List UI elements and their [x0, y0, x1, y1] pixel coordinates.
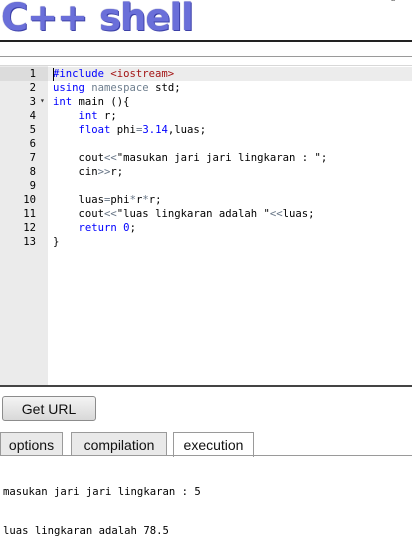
execution-output: masukan jari jari lingkaran : 5 luas lin…: [3, 460, 408, 551]
output-line: luas lingkaran adalah 78.5: [3, 525, 169, 537]
code-text[interactable]: luas=phi*r*r;: [53, 193, 162, 207]
code-line[interactable]: 9: [0, 179, 412, 193]
code-token: phi: [116, 124, 136, 136]
code-token: cout: [53, 152, 105, 164]
tab-compilation[interactable]: compilation: [71, 432, 167, 456]
code-line[interactable]: 1 #include <iostream>: [0, 67, 412, 81]
corner-glyph: ᵇ: [390, 0, 396, 8]
text-cursor: [53, 68, 54, 81]
code-line[interactable]: 12 return 0;: [0, 221, 412, 235]
code-line[interactable]: 13}: [0, 235, 412, 249]
cpp-shell-logo[interactable]: C++ shell: [1, 0, 194, 39]
fold-toggle-icon[interactable]: ▾: [40, 94, 45, 108]
line-number: 2: [29, 82, 36, 94]
code-token: float: [78, 124, 117, 136]
header-bar: C++ shell ᵇ: [0, 0, 412, 42]
code-token: <<: [269, 208, 283, 220]
line-number: 3: [29, 96, 36, 108]
code-line[interactable]: 10 luas=phi*r*r;: [0, 193, 412, 207]
code-token: "masukan jari jari lingkaran : ": [116, 152, 321, 164]
code-token: <<: [104, 208, 117, 220]
line-number: 7: [29, 152, 36, 164]
code-line[interactable]: 6: [0, 137, 412, 151]
tab-execution[interactable]: execution: [173, 432, 254, 457]
code-token: cin: [53, 166, 98, 178]
code-token: >>: [97, 166, 111, 178]
line-number: 8: [29, 166, 36, 178]
code-line[interactable]: 3 ▾ int main (){: [0, 95, 412, 109]
code-text[interactable]: cout<<"luas lingkaran adalah "<<luas;: [53, 207, 315, 221]
code-text[interactable]: return 0;: [53, 221, 136, 235]
code-token: "luas lingkaran adalah ": [116, 208, 270, 220]
tab-options[interactable]: options: [0, 432, 63, 456]
code-token: using: [53, 82, 92, 94]
line-number: 5: [29, 124, 36, 136]
code-line[interactable]: 11 cout<<"luas lingkaran adalah "<<luas;: [0, 207, 412, 221]
editor-top-border: [0, 65, 412, 66]
line-number: 11: [23, 208, 36, 220]
code-token: main (){: [78, 96, 130, 108]
code-token: 3.14: [142, 124, 168, 136]
output-line: masukan jari jari lingkaran : 5: [3, 486, 201, 498]
line-number: 10: [23, 194, 36, 206]
get-url-button[interactable]: Get URL: [2, 396, 96, 421]
code-text[interactable]: #include <iostream>: [53, 67, 174, 81]
code-token: }: [53, 236, 60, 248]
header-band: [0, 42, 412, 56]
code-token: return: [78, 222, 124, 234]
code-token: std;: [155, 82, 181, 94]
code-line[interactable]: 8 cin>>r;: [0, 165, 412, 179]
code-text[interactable]: int main (){: [53, 95, 130, 109]
code-line[interactable]: 7 cout<<"masukan jari jari lingkaran : "…: [0, 151, 412, 165]
code-token: luas: [53, 194, 105, 206]
code-line[interactable]: 5 float phi=3.14,luas;: [0, 123, 412, 137]
code-token: ,luas;: [167, 124, 207, 136]
code-token: ;: [320, 152, 328, 164]
code-token: <<: [104, 152, 117, 164]
line-number: 6: [29, 138, 36, 150]
code-token: r;: [110, 166, 124, 178]
code-text[interactable]: int r;: [53, 109, 117, 123]
code-token: r;: [148, 194, 162, 206]
line-number: 1: [29, 68, 36, 80]
output-tabs: options compilation execution: [0, 432, 412, 457]
code-token: r;: [104, 110, 117, 122]
line-number: 12: [23, 222, 36, 234]
code-token: ;: [129, 222, 136, 234]
code-token: phi: [110, 194, 130, 206]
editor-bottom-border: [0, 385, 412, 387]
code-token: int: [53, 96, 79, 108]
band-rule: [0, 56, 412, 57]
code-line[interactable]: 2 using namespace std;: [0, 81, 412, 95]
code-token: luas;: [282, 208, 315, 220]
code-token: int: [78, 110, 105, 122]
code-line[interactable]: 4 int r;: [0, 109, 412, 123]
code-text[interactable]: }: [53, 235, 59, 249]
code-text[interactable]: cout<<"masukan jari jari lingkaran : ";: [53, 151, 328, 165]
tabs-rule: [0, 455, 412, 456]
code-token: namespace: [91, 82, 156, 94]
code-text[interactable]: cin>>r;: [53, 165, 124, 179]
line-number: 4: [29, 110, 36, 122]
code-text[interactable]: using namespace std;: [53, 81, 181, 95]
line-number: 9: [29, 180, 36, 192]
code-token: #include: [53, 68, 111, 80]
code-token: cout: [53, 208, 105, 220]
code-token: <iostream>: [110, 68, 175, 80]
code-text[interactable]: float phi=3.14,luas;: [53, 123, 207, 137]
line-number: 13: [23, 236, 36, 248]
